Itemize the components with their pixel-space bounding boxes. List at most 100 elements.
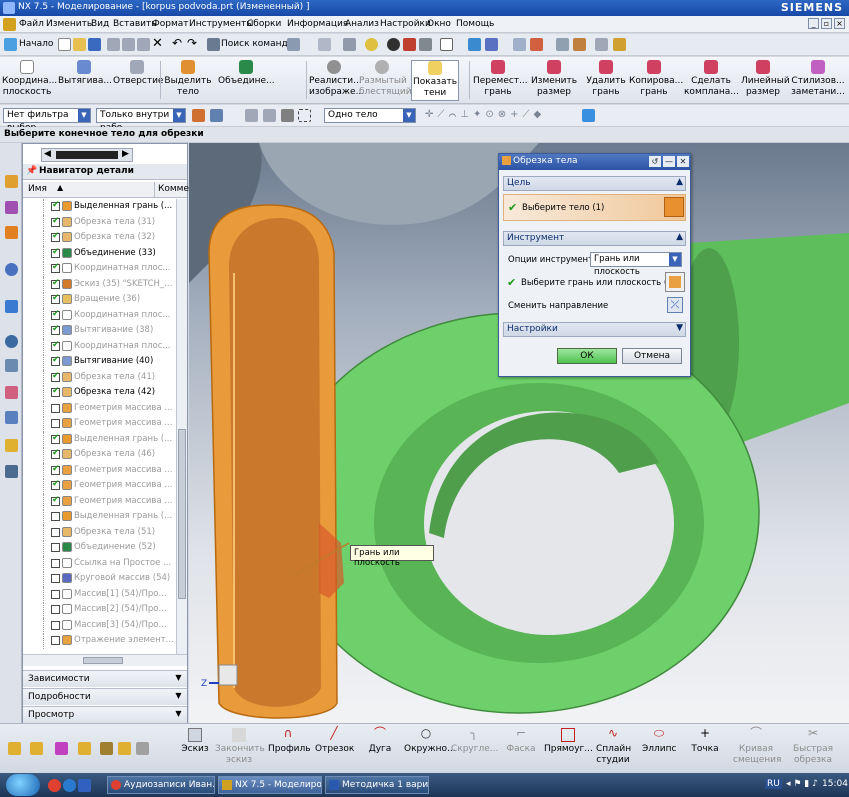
delete-face-button[interactable]: Удалить грань: [584, 60, 628, 98]
tree-item[interactable]: Ссылка на Простое ...: [23, 555, 175, 571]
menu-edit[interactable]: Изменить: [46, 19, 92, 29]
scroll-left-icon[interactable]: ◀: [44, 149, 51, 159]
minimize-button[interactable]: _: [808, 18, 819, 29]
collapse-icon[interactable]: —: [663, 156, 675, 167]
make-coplanar-button[interactable]: Сделать компланa...: [684, 60, 739, 98]
show-constraints-icon[interactable]: [100, 742, 113, 755]
visibility-checkbox[interactable]: [51, 433, 60, 444]
resize-button[interactable]: Изменить размер: [529, 60, 579, 98]
word-quick-icon[interactable]: [78, 779, 91, 792]
visibility-checkbox[interactable]: [51, 448, 60, 459]
tree-item[interactable]: Обрезка тела (51): [23, 524, 175, 540]
chrome-icon[interactable]: [48, 779, 61, 792]
tree-item[interactable]: Координатная плос...: [23, 338, 175, 354]
reverse-direction-icon[interactable]: ⤫: [667, 297, 683, 313]
selected-body-face[interactable]: [229, 218, 321, 707]
snap-point-icons[interactable]: ✛⟋⌒⊥✦⊙⊗+⟋◆: [425, 109, 545, 120]
move-object-icon[interactable]: [485, 38, 498, 51]
tree-item[interactable]: Массив[3] (54)/Про...: [23, 617, 175, 633]
open-file-icon[interactable]: [73, 38, 86, 51]
scroll-thumb[interactable]: [178, 429, 186, 599]
type-filter-select[interactable]: Нет фильтра выбор▼: [3, 108, 91, 133]
visibility-checkbox[interactable]: [51, 403, 60, 413]
new-file-icon[interactable]: [58, 38, 71, 51]
menu-analysis[interactable]: Анализ: [345, 19, 379, 29]
tree-item[interactable]: Обрезка тела (42): [23, 385, 175, 401]
menu-tools[interactable]: Инструменты: [189, 19, 253, 29]
scroll-thumb[interactable]: [56, 151, 118, 159]
analysis-icon[interactable]: [573, 38, 586, 51]
visibility-checkbox[interactable]: [51, 247, 60, 258]
visibility-checkbox[interactable]: [51, 216, 60, 227]
visibility-checkbox[interactable]: [51, 574, 60, 583]
profile-button[interactable]: ∩ Профиль: [268, 727, 311, 755]
chevron-up-icon[interactable]: ▲: [676, 232, 683, 242]
constraint-icon[interactable]: [30, 742, 43, 755]
chevron-down-icon[interactable]: ▼: [173, 691, 184, 702]
snap-point-icon[interactable]: [245, 109, 258, 122]
chevron-down-icon[interactable]: ▼: [173, 709, 184, 720]
column-divider[interactable]: [154, 182, 155, 197]
selection-option-icon[interactable]: [192, 109, 205, 122]
visibility-checkbox[interactable]: [51, 293, 60, 304]
dimension-icon[interactable]: [55, 742, 68, 755]
scroll-right-icon[interactable]: ▶: [122, 149, 129, 159]
start-button[interactable]: [6, 774, 40, 796]
body-rule-select[interactable]: Одно тело ▼: [324, 108, 416, 123]
nx-menu-icon[interactable]: [3, 18, 16, 31]
line-button[interactable]: ╱ Отрезок: [315, 727, 354, 755]
tree-item[interactable]: Обрезка тела (41): [23, 369, 175, 385]
cancel-button[interactable]: Отмена: [622, 348, 682, 364]
paste-icon[interactable]: [137, 38, 150, 51]
reuse-library-icon[interactable]: [5, 263, 18, 276]
sketch-options-icon[interactable]: [136, 742, 149, 755]
3d-snap-icon[interactable]: [582, 109, 595, 122]
column-name-header[interactable]: Имя: [28, 184, 47, 194]
save-icon[interactable]: [88, 38, 101, 51]
tree-item[interactable]: Эскиз (35) "SKETCH_...: [23, 276, 175, 292]
tree-item[interactable]: Объединение (52): [23, 540, 175, 556]
redo-icon[interactable]: ↷: [187, 36, 197, 50]
visibility-checkbox[interactable]: [51, 355, 60, 366]
visibility-checkbox[interactable]: [51, 495, 60, 506]
tree-item[interactable]: Обрезка тела (31): [23, 214, 175, 230]
menu-assemblies[interactable]: Сборки: [247, 19, 281, 29]
tree-item[interactable]: Выделенная грань (...: [23, 509, 175, 525]
visibility-checkbox[interactable]: [51, 589, 60, 599]
tree-item[interactable]: Вытягивание (40): [23, 354, 175, 370]
settings-group-header[interactable]: Настройки ▼: [503, 322, 686, 337]
preview-panel[interactable]: Просмотр ▼: [23, 706, 187, 723]
dependencies-panel[interactable]: Зависимости ▼: [23, 670, 187, 687]
cut-icon[interactable]: [107, 38, 120, 51]
visibility-checkbox[interactable]: [51, 262, 60, 273]
section-icon[interactable]: [403, 38, 416, 51]
tree-item[interactable]: Геометрия массива ...: [23, 416, 175, 432]
datum-plane-button[interactable]: Координа... плоскость: [2, 60, 57, 98]
select-body-row[interactable]: ✔ Выберите тело (1): [503, 194, 686, 221]
tree-item[interactable]: Обрезка тела (46): [23, 447, 175, 463]
history-icon[interactable]: [5, 335, 18, 348]
select-body-icon[interactable]: [664, 197, 684, 217]
orient-view-icon[interactable]: [343, 38, 356, 51]
tree-item[interactable]: Выделенная грань (...: [23, 199, 175, 215]
visibility-checkbox[interactable]: [51, 558, 60, 568]
system-scenes-icon[interactable]: [5, 465, 18, 478]
menu-information[interactable]: Информация: [287, 19, 348, 29]
tree-item[interactable]: Выделенная грань (...: [23, 431, 175, 447]
part-navigator-icon[interactable]: [5, 226, 18, 239]
visibility-checkbox[interactable]: [51, 512, 60, 521]
styled-sweep-button[interactable]: Стилизов... заметани...: [791, 60, 845, 98]
visibility-checkbox[interactable]: [51, 371, 60, 382]
select-all-icon[interactable]: [210, 109, 223, 122]
dialog-title-bar[interactable]: Обрезка тела: [499, 154, 690, 170]
visibility-checkbox[interactable]: [51, 231, 60, 242]
fit-icon[interactable]: [318, 38, 331, 51]
rectangle-select-icon[interactable]: [298, 109, 311, 122]
process-studio-icon[interactable]: [5, 386, 18, 399]
language-indicator[interactable]: RU: [765, 779, 782, 789]
restore-button[interactable]: ▫: [821, 18, 832, 29]
filter-icon[interactable]: [263, 109, 276, 122]
menu-file[interactable]: Файл: [19, 19, 44, 29]
rectangle-button[interactable]: Прямоуг...: [544, 728, 593, 755]
sketch-button[interactable]: Эскиз: [178, 728, 212, 755]
